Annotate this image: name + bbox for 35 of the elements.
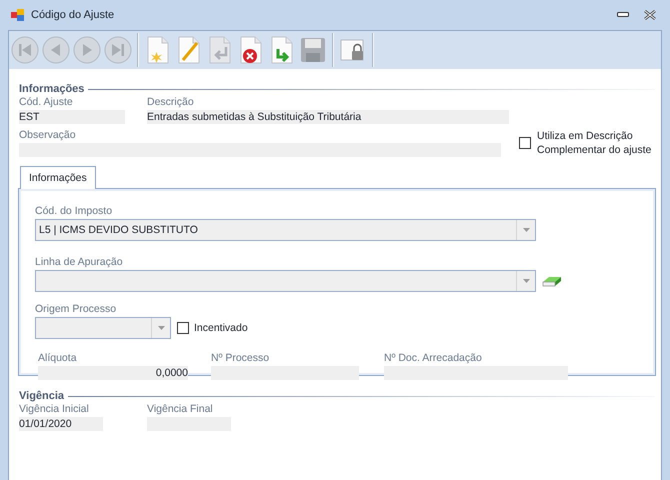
checkbox[interactable] xyxy=(519,137,531,149)
dropdown-arrow-icon xyxy=(158,326,164,330)
input-field[interactable] xyxy=(384,366,568,380)
input-field[interactable] xyxy=(211,366,359,380)
field-label: Alíquota xyxy=(38,351,78,365)
dropdown-arrow-icon xyxy=(522,279,530,283)
window-title: Código do Ajuste xyxy=(31,9,114,21)
field-label: Linha de Apuração xyxy=(35,255,124,269)
field-label: Origem Processo xyxy=(35,302,118,316)
field-label: Cód. Ajuste xyxy=(19,95,74,109)
checkbox-label: Utiliza em Descrição Complementar do ajuste xyxy=(537,129,652,157)
tab[interactable]: Informações xyxy=(20,166,96,189)
checkbox[interactable] xyxy=(177,322,189,334)
input-field[interactable]: Entradas submetidas à Substituição Tributária xyxy=(147,110,509,124)
minimize-icon[interactable] xyxy=(617,12,629,18)
input-field[interactable]: EST xyxy=(19,110,125,124)
app-icon xyxy=(11,9,25,21)
field-label: Vigência Inicial xyxy=(19,402,90,416)
field-label: Nº Processo xyxy=(211,351,270,365)
field-label: Descrição xyxy=(147,95,195,109)
field-label: Cód. do Imposto xyxy=(35,204,114,218)
section-heading: Vigência xyxy=(19,390,64,402)
field-label: Vigência Final xyxy=(147,402,214,416)
input-field[interactable]: 0,0000 xyxy=(38,366,188,380)
field-label: Nº Doc. Arrecadação xyxy=(384,351,483,365)
dropdown[interactable] xyxy=(35,270,536,292)
dropdown[interactable] xyxy=(35,317,171,339)
section-heading: Informações xyxy=(19,83,84,95)
dropdown-arrow-icon xyxy=(522,228,530,232)
dropdown[interactable]: L5 | ICMS DEVIDO SUBSTITUTO xyxy=(35,219,536,241)
field-label: Observação xyxy=(19,128,77,142)
input-field[interactable]: 01/01/2020 xyxy=(19,417,103,431)
close-icon[interactable] xyxy=(644,10,656,20)
checkbox-label: Incentivado xyxy=(194,320,248,334)
eraser-icon[interactable] xyxy=(542,274,562,286)
